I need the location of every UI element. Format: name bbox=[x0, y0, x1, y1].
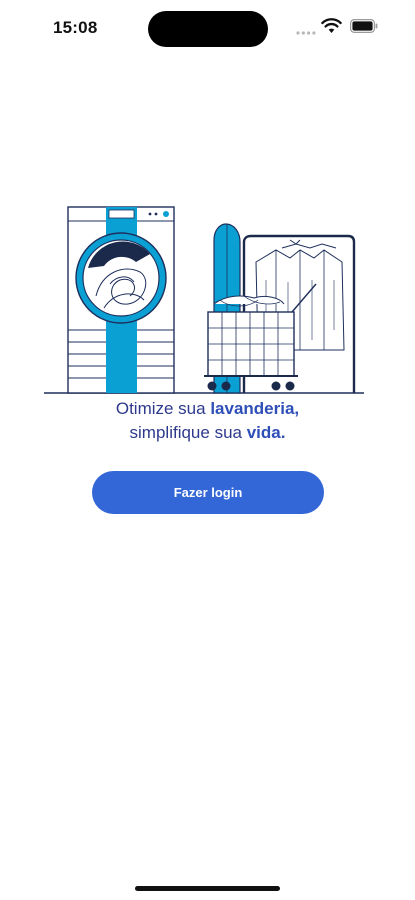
laundry-illustration bbox=[44, 206, 364, 394]
tagline-text: simplifique sua bbox=[129, 423, 247, 442]
tagline-text: Otimize sua bbox=[115, 399, 211, 418]
tagline-accent: vida. bbox=[246, 423, 286, 442]
wifi-icon bbox=[321, 18, 342, 33]
tagline-line-1: Otimize sua lavanderia, bbox=[0, 397, 415, 421]
login-button[interactable]: Fazer login bbox=[92, 471, 324, 514]
tagline: Otimize sua lavanderia, simplifique sua … bbox=[0, 397, 415, 445]
signal-icon bbox=[296, 31, 316, 35]
dynamic-island bbox=[148, 11, 268, 47]
tagline-accent: lavanderia, bbox=[210, 399, 300, 418]
battery-icon bbox=[350, 19, 378, 33]
washing-machine-icon bbox=[67, 206, 175, 394]
status-bar: 15:08 bbox=[0, 0, 415, 58]
home-indicator[interactable] bbox=[135, 886, 280, 891]
tagline-line-2: simplifique sua vida. bbox=[0, 421, 415, 445]
status-time: 15:08 bbox=[53, 18, 98, 37]
